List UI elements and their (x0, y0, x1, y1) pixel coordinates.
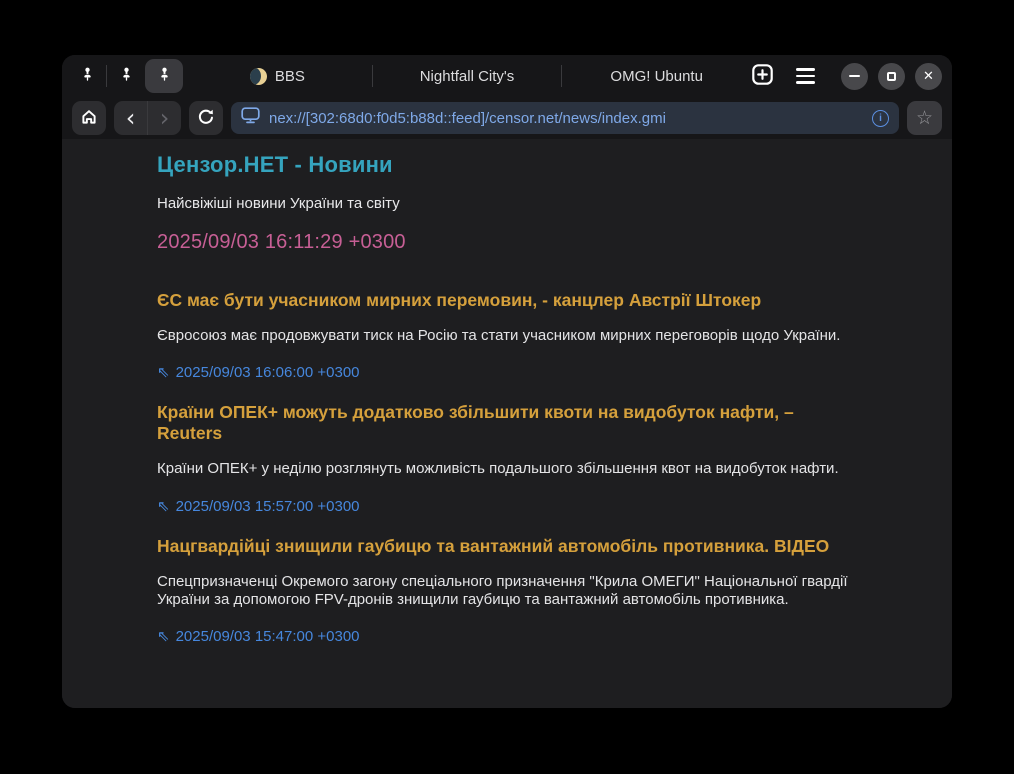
tab-label: OMG! Ubuntu (610, 68, 703, 85)
article-headline: Країни ОПЕК+ можуть додатково збільшити … (157, 402, 857, 444)
tab-bbs[interactable]: BBS (183, 55, 372, 97)
navigation-bar: ‹ › nex://[302:68d0:f0d5:b88d::feed]/cen… (62, 97, 952, 139)
home-icon (80, 108, 98, 129)
link-label: 2025/09/03 15:47:00 +0300 (176, 628, 360, 645)
page-info-icon[interactable]: i (872, 110, 889, 127)
forward-button[interactable]: › (148, 101, 181, 135)
article-timestamp-link[interactable]: ⇖ 2025/09/03 15:57:00 +0300 (157, 498, 360, 515)
hamburger-icon (796, 68, 815, 71)
article: Країни ОПЕК+ можуть додатково збільшити … (157, 402, 857, 514)
hamburger-icon (796, 75, 815, 78)
pinned-tab-3-active[interactable] (145, 59, 183, 93)
link-label: 2025/09/03 16:06:00 +0300 (176, 364, 360, 381)
minimize-icon (849, 75, 860, 77)
tab-bar: BBS Nightfall City's OMG! Ubuntu (62, 55, 952, 97)
article: ЄС має бути учасником мирних перемовин, … (157, 290, 857, 381)
pin-icon (119, 67, 134, 85)
maximize-button[interactable] (878, 63, 905, 90)
article-summary: Євросоюз має продовжувати тиск на Росію … (157, 327, 857, 345)
article-timestamp-link[interactable]: ⇖ 2025/09/03 16:06:00 +0300 (157, 364, 360, 381)
article-timestamp-link[interactable]: ⇖ 2025/09/03 15:47:00 +0300 (157, 628, 360, 645)
page-updated-timestamp: 2025/09/03 16:11:29 +0300 (157, 231, 857, 254)
tab-strip: BBS Nightfall City's OMG! Ubuntu (183, 55, 751, 97)
close-icon: ✕ (923, 70, 934, 83)
northwest-arrow-icon: ⇖ (157, 499, 170, 514)
plus-icon (751, 63, 774, 89)
star-icon: ☆ (916, 109, 933, 128)
page-subtitle: Найсвіжіші новини України та світу (157, 195, 857, 212)
url-text: nex://[302:68d0:f0d5:b88d::feed]/censor.… (269, 110, 863, 127)
pinned-tab-1[interactable] (68, 59, 106, 93)
gemtext-document: Цензор.НЕТ - Новини Найсвіжіші новини Ук… (157, 139, 857, 645)
bookmark-star-button[interactable]: ☆ (907, 101, 942, 135)
pinned-tab-2[interactable] (107, 59, 145, 93)
tab-nightfall-citys[interactable]: Nightfall City's (373, 55, 562, 97)
pin-icon (157, 67, 172, 85)
pin-icon (80, 67, 95, 85)
close-button[interactable]: ✕ (915, 63, 942, 90)
tab-label: Nightfall City's (420, 68, 515, 85)
article-summary: Спецпризначенці Окремого загону спеціаль… (157, 573, 857, 610)
article-summary: Країни ОПЕК+ у неділю розглянуть можливі… (157, 460, 857, 478)
hamburger-icon (796, 81, 815, 84)
terminal-monitor-icon (241, 107, 260, 129)
minimize-button[interactable] (841, 63, 868, 90)
home-button[interactable] (72, 101, 106, 135)
maximize-icon (887, 72, 896, 81)
northwest-arrow-icon: ⇖ (157, 629, 170, 644)
tab-omg-ubuntu[interactable]: OMG! Ubuntu (562, 55, 751, 97)
menu-button[interactable] (796, 68, 815, 84)
forward-icon: › (160, 106, 170, 130)
tab-label: BBS (275, 68, 305, 85)
address-bar[interactable]: nex://[302:68d0:f0d5:b88d::feed]/censor.… (231, 102, 899, 134)
back-icon: ‹ (126, 106, 136, 130)
window-controls-group: ✕ (751, 63, 942, 90)
northwest-arrow-icon: ⇖ (157, 365, 170, 380)
article: Нацгвардійці знищили гаубицю та вантажни… (157, 536, 857, 646)
reload-icon (197, 108, 215, 129)
article-headline: ЄС має бути учасником мирних перемовин, … (157, 290, 857, 311)
reload-button[interactable] (189, 101, 223, 135)
pinned-tabs-group (68, 55, 183, 97)
browser-window: BBS Nightfall City's OMG! Ubuntu (62, 55, 952, 708)
moon-favicon-icon (250, 68, 267, 85)
page-title: Цензор.НЕТ - Новини (157, 152, 857, 178)
new-tab-button[interactable] (751, 63, 774, 89)
page-content: Цензор.НЕТ - Новини Найсвіжіші новини Ук… (62, 139, 952, 708)
article-headline: Нацгвардійці знищили гаубицю та вантажни… (157, 536, 857, 557)
back-button[interactable]: ‹ (114, 101, 147, 135)
link-label: 2025/09/03 15:57:00 +0300 (176, 498, 360, 515)
history-buttons-group: ‹ › (114, 101, 181, 135)
